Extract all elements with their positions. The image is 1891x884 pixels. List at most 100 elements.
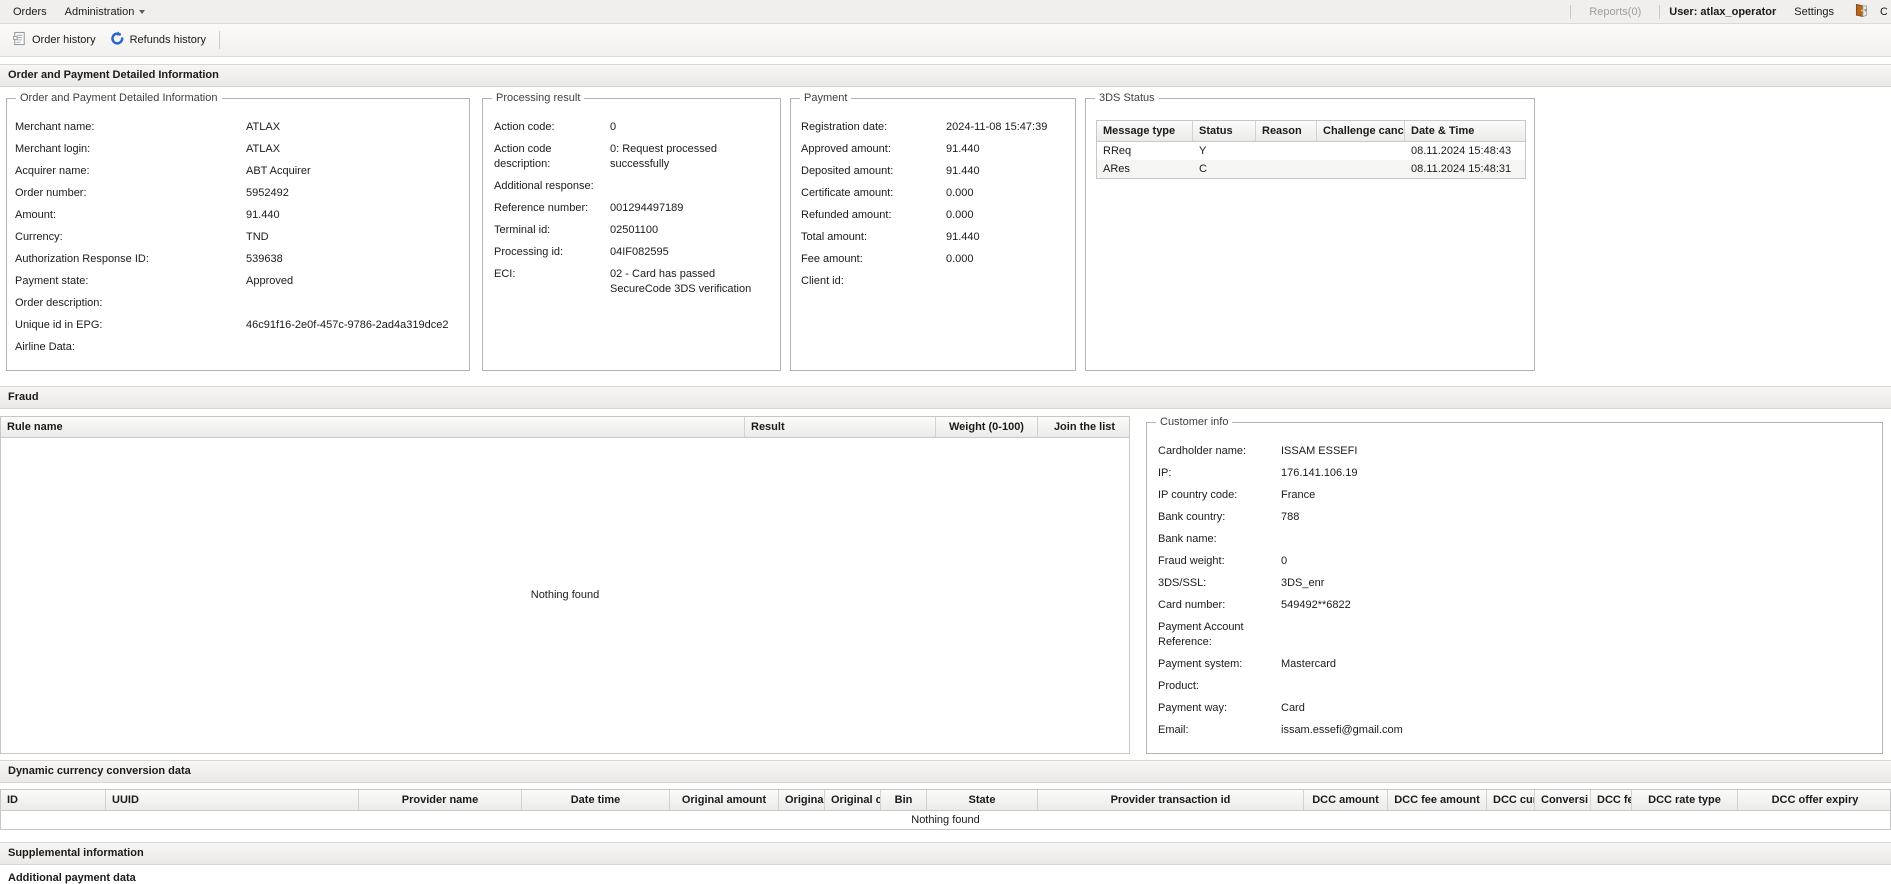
column-header[interactable]: Result [745, 417, 936, 437]
field-row: Card number: 549492**6822 [1153, 598, 1876, 613]
field-value: ATLAX [246, 121, 281, 133]
field-row: ECI: 02 - Card has passed SecureCode 3DS … [489, 267, 774, 297]
column-header[interactable]: UUID [106, 790, 359, 810]
field-label: Registration date: [801, 121, 888, 133]
field-label: Client id: [801, 275, 844, 287]
user-label: User: atlax_operator [1669, 5, 1777, 18]
column-header[interactable]: Provider transaction id [1038, 790, 1304, 810]
menubar: Orders Administration Reports(0) User: a… [0, 0, 1891, 24]
column-header[interactable]: Bin [881, 790, 927, 810]
field-value: 02 - Card has passed SecureCode 3DS veri… [610, 268, 752, 295]
column-header[interactable]: DCC curr [1487, 790, 1535, 810]
field-value: ISSAM ESSEFI [1281, 445, 1358, 457]
field-row: Product: [1153, 679, 1876, 694]
field-row: Client id: [797, 274, 1069, 289]
field-row: Reference number: 001294497189 [489, 201, 774, 216]
column-header[interactable]: Original f [779, 790, 825, 810]
field-label: Order description: [15, 297, 103, 309]
column-header[interactable]: Original amount [670, 790, 779, 810]
field-value: Mastercard [1281, 658, 1337, 670]
field-label: Amount: [15, 209, 56, 221]
column-header[interactable]: Message type [1097, 121, 1193, 141]
field-label: Payment Account Reference: [1158, 621, 1244, 648]
field-value: 0 [1281, 555, 1288, 567]
menu-administration[interactable]: Administration [56, 3, 155, 21]
field-row: Refunded amount: 0.000 [797, 208, 1069, 223]
field-row: Amount: 91.440 [13, 208, 463, 223]
table-cell: C [1199, 163, 1207, 175]
column-header[interactable]: DCC fee amount [1388, 790, 1487, 810]
fraud-table-header: Rule name Result Weight (0-100) Join the li… [1, 417, 1129, 438]
field-value: 549492**6822 [1281, 599, 1351, 611]
field-label: Authorization Response ID: [15, 253, 149, 265]
order-info-fieldset: Order and Payment Detailed Information M… [6, 92, 470, 371]
field-value: 001294497189 [610, 202, 684, 214]
column-header[interactable]: Date time [522, 790, 670, 810]
three-ds-table-body: RReq Y 08.11.2024 15:48:43 ARes C 08.11.2024 … [1097, 142, 1525, 178]
field-value: ABT Acquirer [246, 165, 311, 177]
field-value: 0.000 [946, 209, 974, 221]
column-header[interactable]: DCC rate type [1632, 790, 1738, 810]
menu-reports[interactable]: Reports(0) [1580, 3, 1650, 21]
clipped-menu-label: C [1880, 5, 1887, 18]
column-header[interactable]: Weight (0-100) [936, 417, 1038, 437]
column-header[interactable]: Reason [1256, 121, 1317, 141]
field-row: Payment Account Reference: [1153, 620, 1876, 650]
additional-payment-data-title: Additional payment data [8, 872, 136, 884]
table-row[interactable]: RReq Y 08.11.2024 15:48:43 [1097, 142, 1525, 160]
column-header[interactable]: Challenge cancel [1317, 121, 1405, 141]
column-header[interactable]: Provider name [359, 790, 522, 810]
column-header[interactable]: DCC fee [1591, 790, 1632, 810]
door-exit-icon [1854, 3, 1869, 21]
column-header[interactable]: State [927, 790, 1038, 810]
order-history-button[interactable]: Order history [5, 27, 103, 53]
field-row: Authorization Response ID: 539638 [13, 252, 463, 267]
menu-settings[interactable]: Settings [1785, 3, 1843, 21]
column-header[interactable]: Conversi [1535, 790, 1591, 810]
column-header[interactable]: Date & Time [1405, 121, 1525, 141]
column-header[interactable]: Original c [825, 790, 881, 810]
column-header[interactable]: Rule name [1, 417, 745, 437]
fraud-empty-message: Nothing found [530, 589, 600, 601]
field-label: Airline Data: [15, 341, 75, 353]
field-value: 91.440 [246, 209, 280, 221]
table-row[interactable]: ARes C 08.11.2024 15:48:31 [1097, 160, 1525, 178]
menu-orders[interactable]: Orders [4, 3, 56, 21]
field-label: Total amount: [801, 231, 868, 243]
field-row: Approved amount: 91.440 [797, 142, 1069, 157]
menu-right: Reports(0) User: atlax_operator Settings… [1570, 2, 1887, 22]
toolbar: Order history Refunds history [0, 24, 1891, 57]
column-header[interactable]: ID [1, 790, 106, 810]
column-header[interactable]: Join the list [1038, 417, 1131, 437]
column-header[interactable]: DCC offer expiry [1738, 790, 1891, 810]
customer-info-legend: Customer info [1160, 416, 1229, 428]
field-label: Product: [1158, 680, 1199, 692]
field-row: Registration date: 2024-11-08 15:47:39 [797, 120, 1069, 135]
order-info-legend: Order and Payment Detailed Information [20, 92, 218, 104]
field-row: Bank name: [1153, 532, 1876, 547]
menu-separator [1659, 4, 1661, 19]
field-row: Payment way: Card [1153, 701, 1876, 716]
field-label: Refunded amount: [801, 209, 892, 221]
field-row: Merchant login: ATLAX [13, 142, 463, 157]
chevron-down-icon [139, 9, 146, 14]
three-ds-fieldset: 3DS Status Message type Status Reason Chall… [1085, 92, 1535, 371]
field-label: Unique id in EPG: [15, 319, 103, 331]
column-header[interactable]: Status [1193, 121, 1256, 141]
field-row: Unique id in EPG: 46c91f16-2e0f-457c-9786… [13, 318, 463, 333]
field-value: ATLAX [246, 143, 281, 155]
field-row: Processing id: 04IF082595 [489, 245, 774, 260]
table-cell [1317, 160, 1405, 178]
field-value: 3DS_enr [1281, 577, 1325, 589]
field-label: Cardholder name: [1158, 445, 1247, 457]
refunds-history-label: Refunds history [129, 34, 207, 46]
refunds-history-button[interactable]: Refunds history [103, 27, 213, 53]
logout-button[interactable] [1852, 2, 1871, 22]
field-value: 46c91f16-2e0f-457c-9786-2ad4a319dce2 [246, 319, 449, 331]
field-row: Deposited amount: 91.440 [797, 164, 1069, 179]
field-value: 5952492 [246, 187, 289, 199]
field-row: Total amount: 91.440 [797, 230, 1069, 245]
column-header[interactable]: DCC amount [1304, 790, 1388, 810]
field-label: Terminal id: [494, 224, 551, 236]
field-value: Card [1281, 702, 1305, 714]
